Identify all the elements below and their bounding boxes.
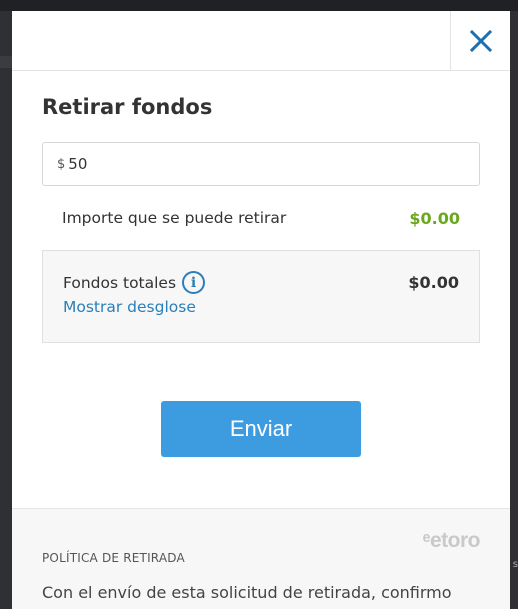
submit-button[interactable]: Enviar [161,401,361,457]
amount-input[interactable] [68,155,369,173]
info-icon[interactable]: i [182,271,206,294]
etoro-logo: ᵉetoro [422,529,481,552]
backdrop-text: s [512,559,518,570]
close-button[interactable] [450,11,510,71]
total-funds-box: Fondos totales i $0.00 Mostrar desglose [42,250,480,343]
close-icon [469,30,492,52]
modal-header [12,11,510,71]
available-amount: $0.00 [409,208,460,228]
backdrop-left [0,11,12,609]
currency-symbol: $ [57,156,66,172]
backdrop-right: s [510,11,518,609]
backdrop-top [0,0,518,11]
policy-text: Con el envío de esta solicitud de retira… [42,583,469,609]
total-label: Fondos totales [63,273,177,292]
policy-heading: POLÍTICA DE RETIRADA [42,551,185,565]
withdraw-modal: Retirar fondos $ Importe que se puede re… [12,11,510,609]
amount-field[interactable]: $ [42,142,480,186]
page-title: Retirar fondos [42,95,213,119]
available-label: Importe que se puede retirar [62,209,287,227]
modal-content: Retirar fondos $ Importe que se puede re… [12,71,510,457]
total-amount: $0.00 [408,273,459,292]
policy-section: ᵉetoro POLÍTICA DE RETIRADA Con el envío… [12,508,510,609]
show-breakdown-link[interactable]: Mostrar desglose [63,298,459,316]
available-row: Importe que se puede retirar $0.00 [42,186,480,250]
